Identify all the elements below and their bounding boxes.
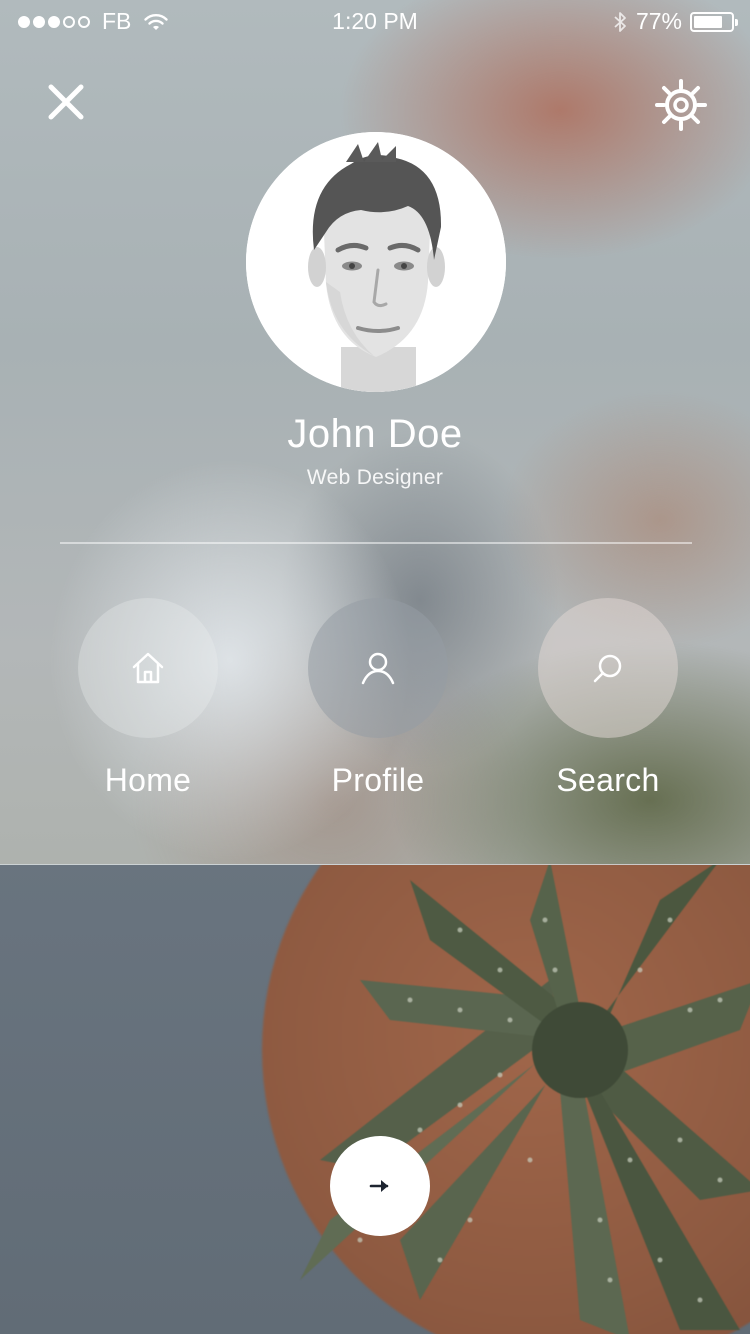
nav-profile-circle[interactable] (308, 598, 448, 738)
settings-icon (655, 79, 707, 131)
settings-button[interactable] (654, 78, 708, 132)
user-icon (361, 652, 395, 685)
close-button[interactable] (44, 80, 88, 124)
search-icon (593, 654, 622, 683)
next-button[interactable] (330, 1136, 430, 1236)
nav-profile-label: Profile (331, 762, 425, 798)
avatar[interactable] (246, 132, 506, 392)
bluetooth-icon (614, 11, 626, 32)
nav-home-label: Home (104, 762, 192, 798)
succulent-plant (300, 860, 750, 1334)
nav-item-search[interactable]: Search (508, 598, 708, 799)
nav-item-home[interactable]: Home (48, 598, 248, 799)
arrow-right-icon (369, 1180, 389, 1192)
battery-icon (690, 11, 738, 32)
divider (60, 542, 692, 544)
nav-search-label: Search (556, 762, 660, 798)
battery-percent: 77% (635, 8, 682, 34)
home-icon (132, 652, 164, 684)
battery-fill (694, 15, 722, 28)
avatar-photo (246, 132, 506, 392)
user-name: John Doe (287, 412, 463, 456)
menu-overlay: FB 1:20 PM 77% John Doe Web Designer Hom… (0, 0, 750, 865)
nav-home-circle[interactable] (78, 598, 218, 738)
status-bar: FB 1:20 PM 77% (0, 0, 750, 40)
user-role: Web Designer (306, 466, 444, 489)
nav-item-profile[interactable]: Profile (278, 598, 478, 799)
nav-search-circle[interactable] (538, 598, 678, 738)
status-right: 77% (612, 8, 738, 35)
close-icon (48, 84, 84, 120)
